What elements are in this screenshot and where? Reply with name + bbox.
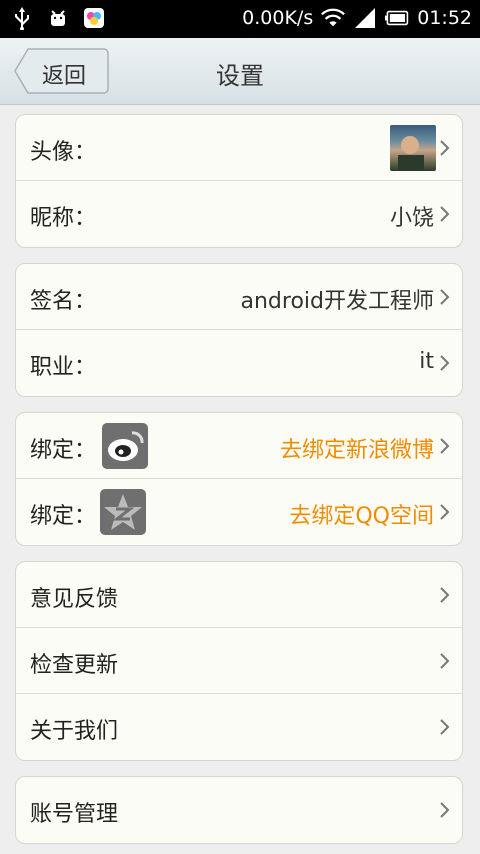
feedback-row[interactable]: 意见反馈 [16, 562, 462, 628]
job-label: 职业： [30, 355, 97, 380]
chevron-right-icon [440, 206, 450, 222]
feedback-label: 意见反馈 [30, 587, 119, 612]
weibo-binding-row[interactable]: 绑定： 去绑定新浪微博 [16, 413, 462, 479]
page-title: 设置 [216, 62, 264, 90]
android-debug-icon [46, 6, 70, 30]
title-bar: 返回 设置 [0, 38, 480, 105]
app-icon [82, 6, 106, 30]
clock: 01:52 [417, 7, 472, 29]
chevron-right-icon [440, 504, 450, 520]
weibo-icon [102, 423, 148, 469]
weibo-binding-link: 去绑定新浪微博 [279, 438, 434, 463]
chevron-right-icon [440, 802, 450, 818]
network-speed: 0.00K/s [242, 7, 314, 29]
chevron-right-icon [440, 719, 450, 735]
signature-label: 签名： [30, 289, 97, 314]
info-group: 签名： android开发工程师 职业： it [15, 263, 463, 397]
account-group: 账号管理 [15, 776, 463, 844]
nickname-label: 昵称： [30, 206, 97, 231]
account-manage-label: 账号管理 [30, 802, 119, 827]
chevron-right-icon [440, 438, 450, 454]
chevron-right-icon [440, 587, 450, 603]
qzone-binding-row[interactable]: 绑定： 去绑定QQ空间 [16, 479, 462, 545]
usb-icon [10, 6, 34, 30]
qzone-binding-label: 绑定： [30, 504, 97, 529]
chevron-right-icon [440, 140, 450, 156]
battery-icon [385, 6, 409, 30]
check-update-label: 检查更新 [30, 653, 119, 678]
binding-group: 绑定： 去绑定新浪微博 绑定： 去绑定QQ空间 [15, 412, 463, 546]
signature-row[interactable]: 签名： android开发工程师 [16, 264, 462, 330]
nickname-value: 小饶 [389, 206, 434, 231]
account-manage-row[interactable]: 账号管理 [16, 777, 462, 843]
job-row[interactable]: 职业： it [16, 330, 462, 396]
avatar-row[interactable]: 头像： [16, 115, 462, 181]
avatar [390, 125, 436, 171]
nickname-row[interactable]: 昵称： 小饶 [16, 181, 462, 247]
weibo-binding-label: 绑定： [30, 438, 97, 463]
status-bar: 0.00K/s 01:52 [0, 0, 480, 38]
wifi-icon [321, 6, 346, 30]
check-update-row[interactable]: 检查更新 [16, 628, 462, 694]
about-label: 关于我们 [30, 719, 119, 744]
chevron-right-icon [440, 355, 450, 371]
qzone-icon [100, 489, 146, 535]
chevron-right-icon [440, 289, 450, 305]
chevron-right-icon [440, 653, 450, 669]
misc-group: 意见反馈 检查更新 关于我们 [15, 561, 463, 761]
avatar-label: 头像： [30, 140, 97, 165]
qzone-binding-link: 去绑定QQ空间 [289, 504, 434, 529]
signal-icon [353, 6, 377, 30]
job-value: it [419, 349, 434, 374]
about-row[interactable]: 关于我们 [16, 694, 462, 760]
profile-group: 头像： 昵称： 小饶 [15, 114, 463, 248]
signature-value: android开发工程师 [240, 289, 435, 314]
